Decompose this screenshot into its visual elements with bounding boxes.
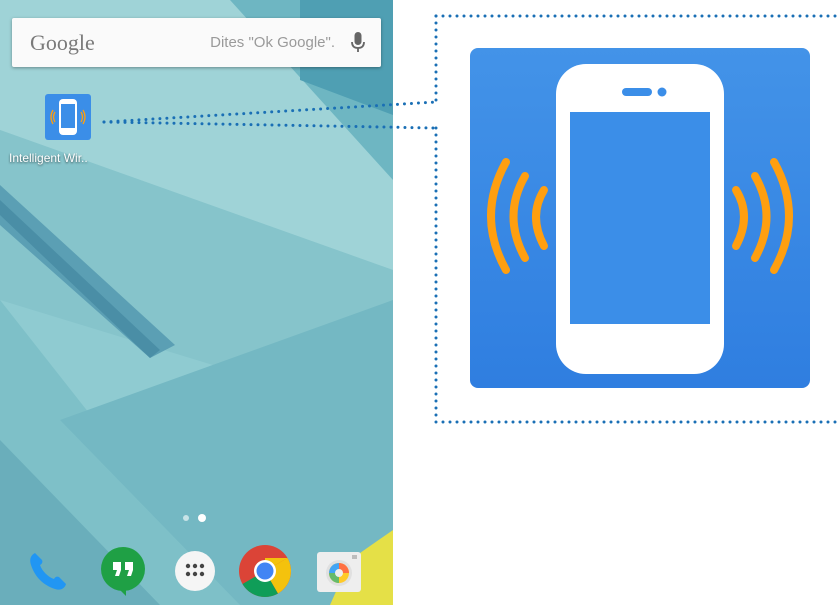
intelligent-wireless-app-icon-enlarged — [470, 48, 810, 388]
